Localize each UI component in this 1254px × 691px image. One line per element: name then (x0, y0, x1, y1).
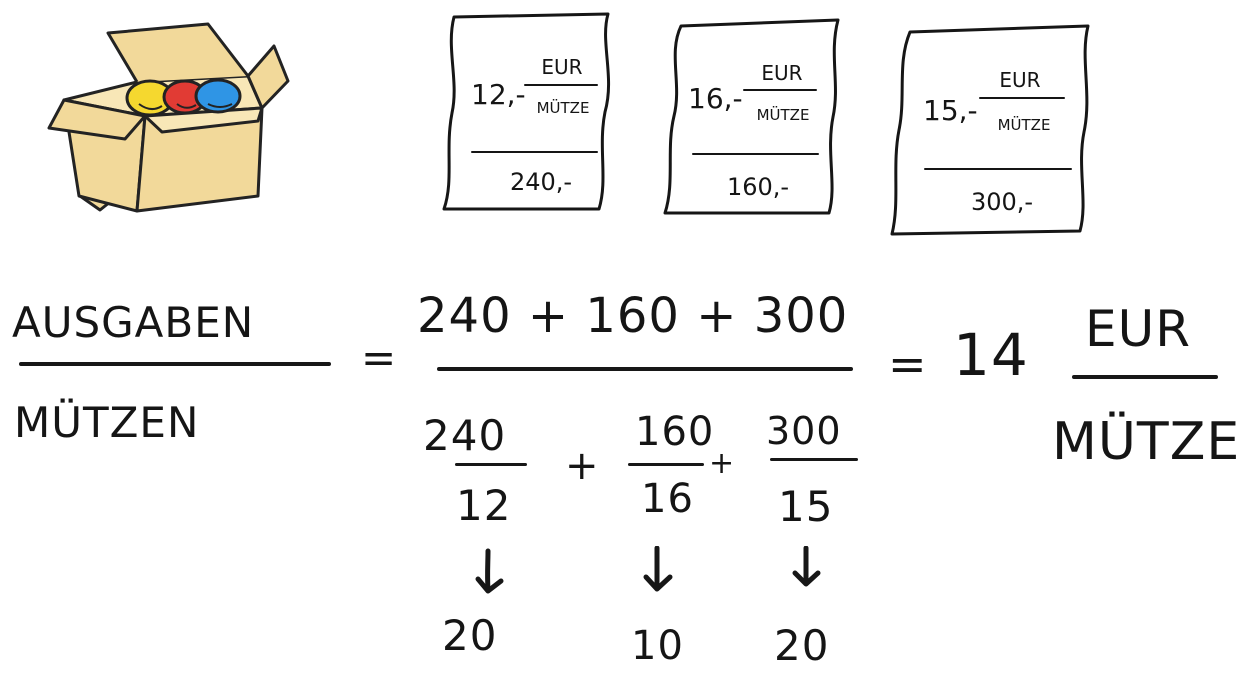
left-fraction-line (19, 362, 331, 366)
den-result-1: 20 (442, 611, 498, 660)
receipt-1-unit-line (524, 84, 598, 86)
den-term-2-line (628, 463, 704, 466)
receipt-3-price: 15,- (923, 94, 978, 127)
receipt-1-price: 12,- (471, 78, 526, 111)
arrow-down-icon-2 (643, 546, 673, 592)
den-term-1-line (455, 463, 527, 466)
main-numerator: 240 + 160 + 300 (417, 288, 849, 344)
result-value: 14 (953, 321, 1029, 389)
receipt-3-unit-bottom: MÜTZE (997, 116, 1051, 134)
receipt-1: 12,- EUR MÜTZE 240,- (438, 10, 618, 214)
den-term-3-top: 300 (766, 409, 842, 453)
receipt-2-divider (692, 153, 819, 155)
receipt-1-total: 240,- (509, 168, 573, 196)
den-term-2-top: 160 (635, 409, 715, 455)
receipt-2-unit-bottom: MÜTZE (756, 106, 810, 124)
whiteboard-page: 12,- EUR MÜTZE 240,- 16,- EUR MÜTZE 160,… (0, 0, 1254, 691)
receipt-2: 16,- EUR MÜTZE 160,- (657, 14, 845, 218)
receipt-3-unit-line (979, 97, 1065, 99)
arrow-down-icon-3 (792, 546, 821, 587)
receipt-3-unit-top: EUR (999, 68, 1041, 92)
box-with-caps-icon (47, 22, 290, 213)
den-term-2-bottom: 16 (641, 476, 694, 522)
receipt-3-divider (924, 168, 1072, 170)
plus-sign-1: + (565, 443, 600, 489)
den-result-3: 20 (774, 621, 830, 670)
receipt-1-divider (471, 151, 598, 153)
receipt-1-unit-bottom: MÜTZE (536, 99, 590, 117)
den-term-1-top: 240 (423, 411, 507, 460)
equals-sign-1: = (361, 333, 398, 382)
den-term-3-line (770, 458, 858, 461)
receipt-3: 15,- EUR MÜTZE 300,- (888, 24, 1096, 238)
result-unit-top: EUR (1085, 300, 1191, 358)
receipt-2-total: 160,- (726, 173, 790, 201)
result-unit-bottom: MÜTZE (1052, 412, 1241, 472)
receipt-3-total: 300,- (970, 188, 1034, 216)
den-term-3-bottom: 15 (778, 482, 834, 531)
den-result-2: 10 (631, 623, 684, 669)
result-unit-line (1072, 375, 1218, 379)
plus-sign-2: + (709, 446, 736, 481)
receipt-2-unit-line (743, 89, 817, 91)
receipt-2-unit-top: EUR (761, 61, 803, 85)
equals-sign-2: = (888, 337, 928, 391)
receipt-2-price: 16,- (688, 82, 743, 115)
den-term-1-bottom: 12 (456, 481, 512, 530)
arrow-down-icon-1 (475, 548, 504, 594)
receipt-1-unit-top: EUR (541, 55, 583, 79)
left-fraction-top: AUSGABEN (12, 298, 255, 347)
main-fraction-line (437, 367, 853, 371)
left-fraction-bottom: MÜTZEN (14, 398, 200, 447)
